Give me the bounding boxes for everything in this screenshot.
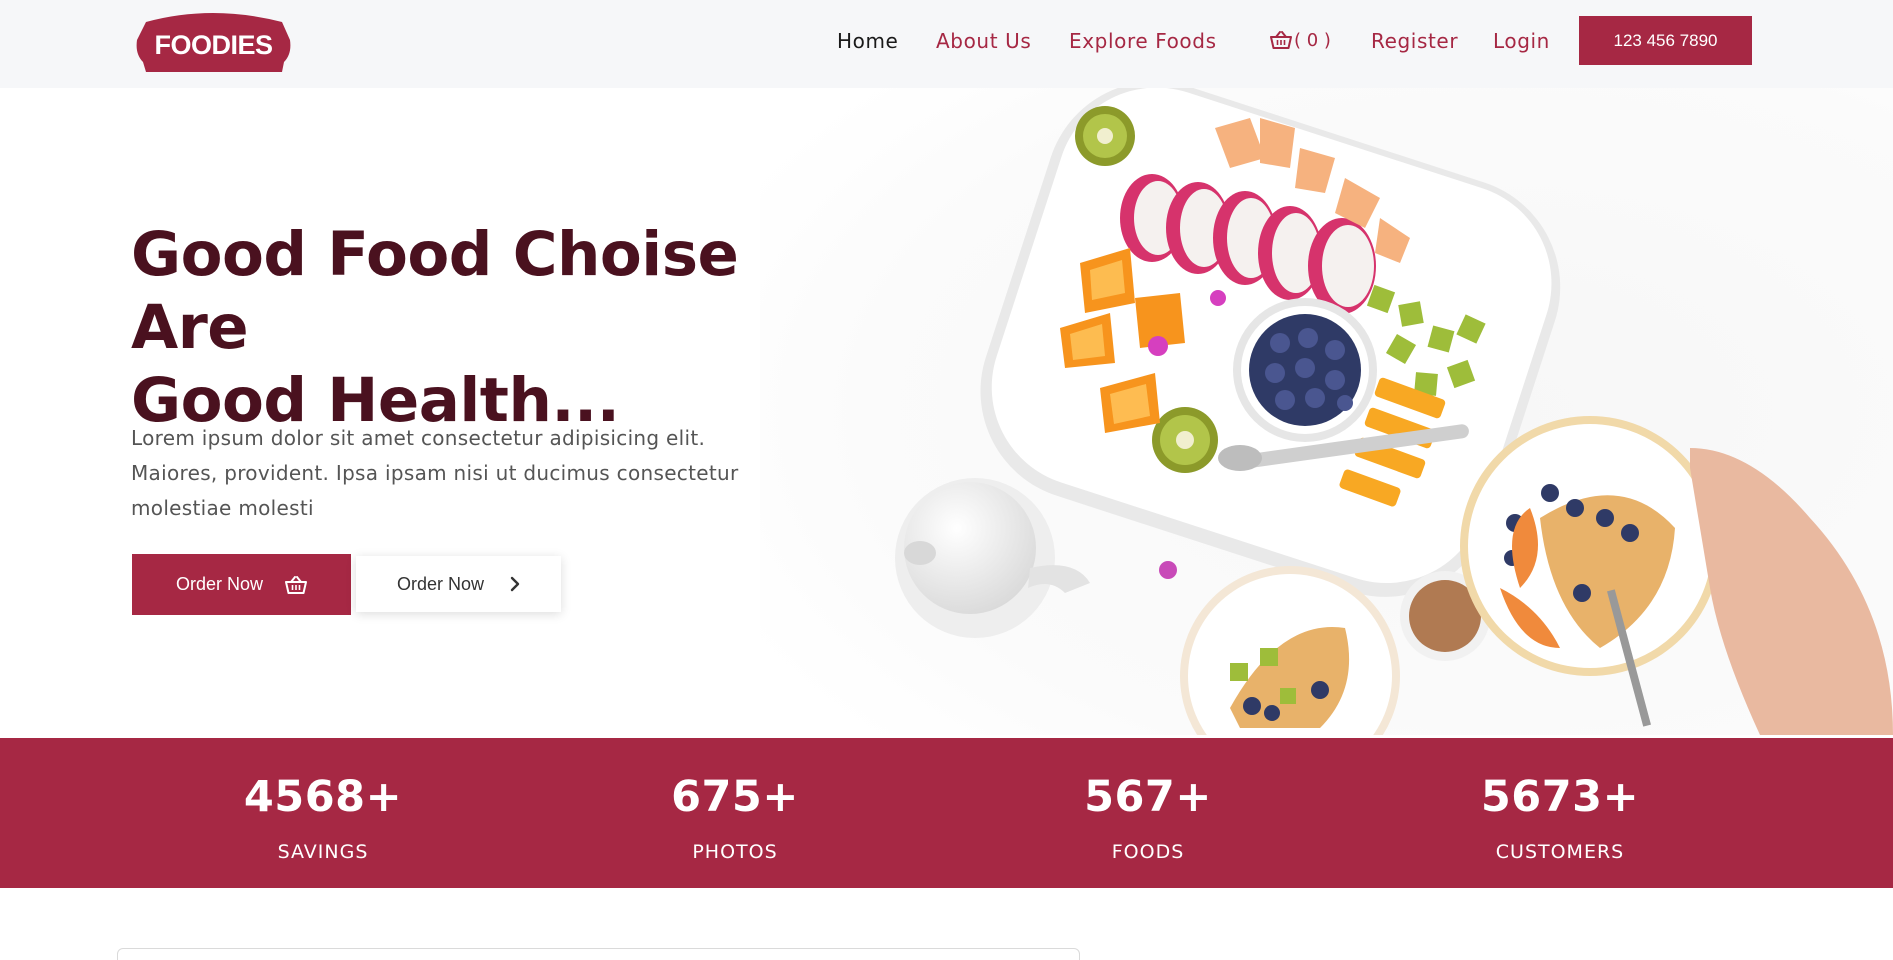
navbar: FOODIES Home About Us Explore Foods ( 0 …	[0, 0, 1893, 88]
basket-icon	[1270, 31, 1292, 49]
stat-savings: 4568+ SAVINGS	[173, 772, 473, 863]
stat-value: 4568+	[243, 772, 403, 822]
brand-logo[interactable]: FOODIES	[132, 10, 295, 74]
brand-name: FOODIES	[154, 30, 273, 60]
stat-label: PHOTOS	[692, 841, 778, 863]
chevron-right-icon	[510, 576, 520, 592]
order-now-secondary-label: Order Now	[396, 573, 485, 594]
stat-foods: 567+ FOODS	[998, 772, 1298, 863]
order-now-button[interactable]: Order Now	[132, 554, 351, 615]
hero-title-line-1: Good Food Choise Are	[131, 219, 739, 363]
hero-description: Lorem ipsum dolor sit amet consectetur a…	[131, 426, 739, 520]
nav-register[interactable]: Register	[1371, 29, 1458, 53]
hero-title: Good Food Choise Are Good Health...	[131, 218, 851, 437]
stat-value: 675+	[671, 772, 799, 822]
nav-about-us[interactable]: About Us	[936, 29, 1031, 53]
phone-button[interactable]: 123 456 7890	[1579, 16, 1752, 65]
order-now-label: Order Now	[175, 574, 264, 594]
stat-label: FOODS	[1111, 841, 1185, 863]
nav-home[interactable]: Home	[837, 29, 898, 53]
cart-link[interactable]: ( 0 )	[1270, 30, 1331, 51]
order-now-secondary-button[interactable]: Order Now	[356, 556, 561, 612]
stat-label: CUSTOMERS	[1495, 841, 1625, 863]
hero-food-image	[760, 88, 1893, 735]
stat-value: 567+	[1084, 772, 1212, 822]
basket-icon	[285, 575, 308, 594]
cart-count: ( 0 )	[1294, 30, 1331, 51]
nav-explore-foods[interactable]: Explore Foods	[1069, 29, 1217, 53]
stat-label: SAVINGS	[277, 841, 369, 863]
stats-bar: 4568+ SAVINGS 675+ PHOTOS 567+ FOODS 567…	[0, 738, 1893, 888]
stat-customers: 5673+ CUSTOMERS	[1410, 772, 1710, 863]
next-section-card	[117, 948, 1080, 960]
nav-login[interactable]: Login	[1493, 29, 1550, 53]
stat-photos: 675+ PHOTOS	[585, 772, 885, 863]
stat-value: 5673+	[1480, 772, 1640, 822]
